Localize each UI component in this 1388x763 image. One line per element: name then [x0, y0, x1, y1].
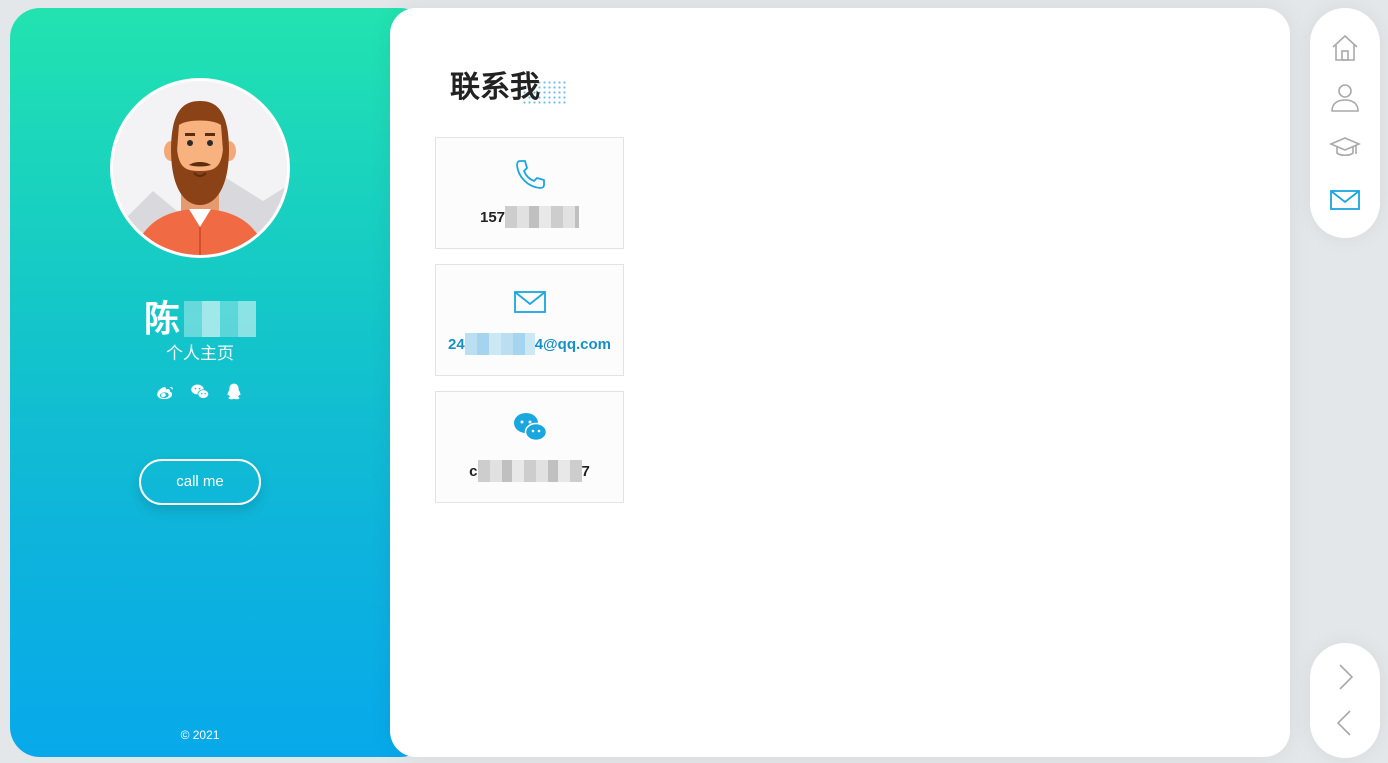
email-prefix: 24 — [448, 336, 465, 353]
profile-card: 陈 个人主页 call me © 2021 — [10, 8, 430, 757]
avatar-illustration — [113, 81, 287, 255]
email-card: 24 4@qq.com — [435, 264, 624, 376]
avatar — [110, 78, 290, 258]
side-nav — [1310, 8, 1380, 238]
mail-icon — [1330, 190, 1360, 210]
home-icon — [1332, 34, 1358, 61]
wechat-card: c7 — [435, 391, 624, 503]
wechat-icon[interactable] — [190, 382, 210, 402]
nav-home[interactable] — [1329, 32, 1361, 64]
nav-education[interactable] — [1328, 132, 1362, 164]
wechat-value: c7 — [436, 460, 623, 482]
section-title: 联系我 — [450, 71, 540, 104]
weibo-icon[interactable] — [156, 382, 176, 402]
chevron-left-icon — [1336, 710, 1351, 736]
envelope-icon — [513, 291, 546, 313]
page: 陈 个人主页 call me © 2021 联系我 157 24 4@qq.co… — [0, 0, 1388, 763]
next-button[interactable] — [1333, 662, 1357, 692]
social-links — [10, 382, 390, 402]
wechat-suffix: 7 — [581, 463, 590, 480]
page-arrows — [1310, 643, 1380, 758]
wechat-icon — [513, 413, 547, 442]
name-redaction — [184, 301, 256, 337]
nav-contact[interactable] — [1329, 184, 1361, 216]
wechat-prefix: c — [469, 463, 478, 480]
qq-icon[interactable] — [224, 382, 244, 402]
email-value[interactable]: 24 4@qq.com — [436, 333, 623, 355]
call-me-button[interactable]: call me — [139, 459, 261, 505]
phone-redaction — [505, 206, 580, 228]
copyright-text: © 2021 — [180, 728, 220, 742]
profile-name: 陈 — [10, 290, 390, 342]
email-redaction — [464, 333, 535, 355]
profile-subtitle: 个人主页 — [166, 344, 234, 363]
email-suffix: 4@qq.com — [534, 336, 611, 353]
contact-section: 联系我 157 24 4@qq.com c 7 — [390, 8, 1290, 757]
phone-icon — [515, 160, 545, 189]
phone-value: 157 — [436, 206, 623, 228]
graduation-cap-icon — [1328, 137, 1362, 157]
phone-card: 157 — [435, 137, 624, 249]
nav-about[interactable] — [1329, 81, 1361, 113]
user-icon — [1331, 84, 1359, 112]
phone-prefix: 157 — [479, 209, 506, 226]
wechat-redaction — [477, 460, 582, 482]
profile-name-text: 陈 — [143, 298, 182, 339]
prev-button[interactable] — [1333, 708, 1357, 738]
chevron-right-icon — [1339, 664, 1354, 690]
